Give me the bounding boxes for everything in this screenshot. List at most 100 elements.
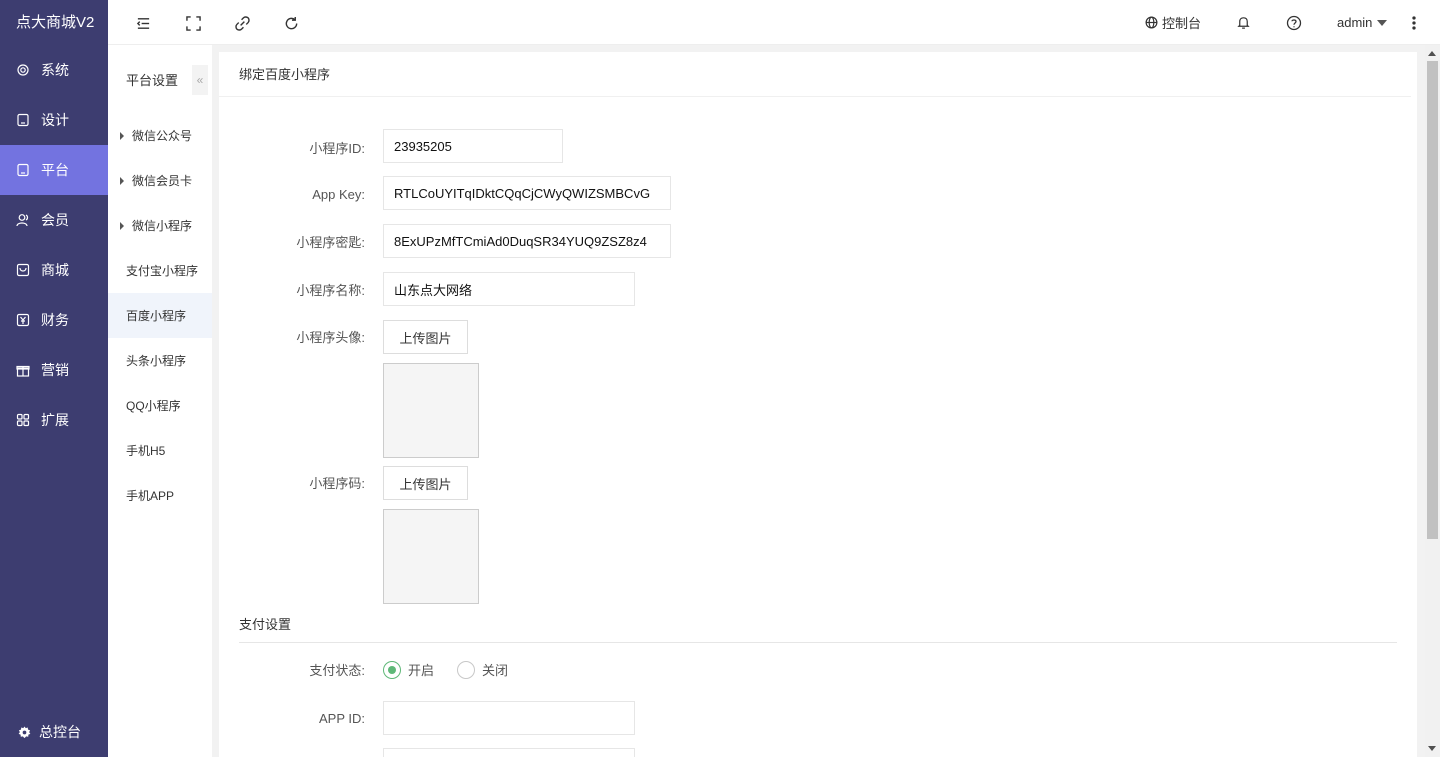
sidebar-item-label: 扩展 xyxy=(41,412,69,428)
user-menu[interactable]: admin xyxy=(1337,0,1388,45)
sidebar-item-label: 系统 xyxy=(41,62,69,78)
gear-icon xyxy=(18,725,31,739)
main-content: 绑定百度小程序 小程序ID: 23935205 App Key: RTLCoUY… xyxy=(219,52,1417,757)
shop-icon xyxy=(16,263,30,277)
sidebar-item-extension[interactable]: 扩展 xyxy=(0,395,108,445)
sidebar-item-label: 商城 xyxy=(41,262,69,278)
sidebar-item-marketing[interactable]: 营销 xyxy=(0,345,108,395)
avatar-preview xyxy=(383,363,479,458)
subnav-item-label: 支付宝小程序 xyxy=(126,264,199,278)
payment-section-title: 支付设置 xyxy=(239,617,292,632)
avatar-upload-button[interactable]: 上传图片 xyxy=(383,320,468,354)
sidebar-item-label: 设计 xyxy=(41,112,69,128)
appkey-label: App Key: xyxy=(312,186,365,202)
console-link[interactable]: 控制台 xyxy=(1145,0,1201,45)
subnav-item-wechat-card[interactable]: 微信会员卡 xyxy=(108,158,212,203)
radio-unchecked-icon xyxy=(457,660,475,679)
gift-icon xyxy=(16,363,30,377)
secret-label: 小程序密匙: xyxy=(296,234,365,250)
console-label: 控制台 xyxy=(1162,16,1202,31)
pay-status-on-radio[interactable]: 开启 xyxy=(383,660,434,679)
tablet-icon xyxy=(16,113,30,127)
radio-checked-icon xyxy=(383,660,401,679)
sidebar-item-label: 会员 xyxy=(41,212,69,228)
caret-down-icon xyxy=(1377,19,1388,26)
qrcode-upload-button[interactable]: 上传图片 xyxy=(383,466,468,500)
appkey-row: App Key: xyxy=(219,177,365,211)
subnav-item-label: 微信小程序 xyxy=(132,219,193,233)
sidebar-item-label: 营销 xyxy=(41,362,69,378)
sidebar-item-system[interactable]: 系统 xyxy=(0,45,108,95)
pay-appid-row: APP ID: xyxy=(219,701,365,735)
subnav-item-baidu-miniapp[interactable]: 百度小程序 xyxy=(108,293,212,338)
pay-appid-input[interactable] xyxy=(383,701,635,735)
caret-right-icon xyxy=(120,131,124,140)
avatar-row: 小程序头像: xyxy=(219,319,365,353)
qrcode-label: 小程序码: xyxy=(309,475,365,491)
sidebar-item-member[interactable]: 会员 xyxy=(0,195,108,245)
scroll-thumb[interactable] xyxy=(1427,61,1438,539)
subnav-item-qq-miniapp[interactable]: QQ小程序 xyxy=(108,383,212,428)
sidebar-item-finance[interactable]: 财务 xyxy=(0,295,108,345)
avatar-label: 小程序头像: xyxy=(296,329,365,345)
card-title: 绑定百度小程序 xyxy=(219,52,1411,97)
radio-label: 关闭 xyxy=(482,663,509,678)
name-label: 小程序名称: xyxy=(296,282,365,298)
sidebar-item-master-console[interactable]: 总控台 xyxy=(0,707,108,757)
sidebar-item-label: 平台 xyxy=(41,162,69,178)
sidebar-item-shop[interactable]: 商城 xyxy=(0,245,108,295)
section-divider xyxy=(239,642,1397,643)
more-vertical-icon[interactable] xyxy=(1411,0,1417,45)
pay-status-row: 支付状态: xyxy=(219,652,365,686)
gear-icon xyxy=(16,63,30,77)
page-scrollbar[interactable] xyxy=(1425,45,1440,757)
yen-icon xyxy=(16,313,30,327)
link-icon[interactable] xyxy=(233,14,251,32)
pay-next-input[interactable] xyxy=(383,748,635,757)
subnav-item-label: 手机H5 xyxy=(126,444,166,458)
subnav-item-label: 百度小程序 xyxy=(126,309,187,323)
subnav-item-label: QQ小程序 xyxy=(126,399,181,413)
appid-input[interactable]: 23935205 xyxy=(383,129,563,163)
appid-row: 小程序ID: xyxy=(219,130,365,164)
sidebar-item-platform[interactable]: 平台 xyxy=(0,145,108,195)
user-name: admin xyxy=(1337,15,1373,30)
globe-icon xyxy=(1145,16,1158,29)
subnav-item-label: 头条小程序 xyxy=(126,354,187,368)
sidebar-item-design[interactable]: 设计 xyxy=(0,95,108,145)
sidebar-item-label: 财务 xyxy=(41,312,69,328)
subnav-item-label: 微信会员卡 xyxy=(132,174,193,188)
refresh-icon[interactable] xyxy=(282,14,300,32)
subnav-item-alipay-miniapp[interactable]: 支付宝小程序 xyxy=(108,248,212,293)
subnav-item-toutiao-miniapp[interactable]: 头条小程序 xyxy=(108,338,212,383)
scroll-up-icon[interactable] xyxy=(1428,51,1436,56)
subnav-item-mobile-h5[interactable]: 手机H5 xyxy=(108,428,212,473)
top-bar: 控制台 admin xyxy=(108,0,1440,45)
subnav-item-wechat-miniapp[interactable]: 微信小程序 xyxy=(108,203,212,248)
appid-label: 小程序ID: xyxy=(309,140,365,156)
subnav-item-label: 微信公众号 xyxy=(132,129,193,143)
subnav-item-label: 手机APP xyxy=(126,489,175,503)
help-icon[interactable] xyxy=(1286,0,1302,45)
notification-icon[interactable] xyxy=(1236,0,1251,45)
qrcode-row: 小程序码: xyxy=(219,465,365,499)
fullscreen-icon[interactable] xyxy=(184,14,202,32)
brand-logo: 点大商城V2 xyxy=(0,0,108,45)
subnav-item-mobile-app[interactable]: 手机APP xyxy=(108,473,212,518)
pay-status-off-radio[interactable]: 关闭 xyxy=(457,660,508,679)
appkey-input[interactable]: RTLCoUYITqIDktCQqCjCWyQWIZSMBCvG xyxy=(383,176,671,210)
sidebar-footer-label: 总控台 xyxy=(39,724,81,740)
subnav-item-wechat-official[interactable]: 微信公众号 xyxy=(108,113,212,158)
menu-toggle-icon[interactable] xyxy=(134,14,152,32)
secret-input[interactable]: 8ExUPzMfTCmiAd0DuqSR34YUQ9ZSZ8z4 xyxy=(383,224,671,258)
pay-status-label: 支付状态: xyxy=(309,662,365,678)
caret-right-icon xyxy=(120,221,124,230)
name-row: 小程序名称: xyxy=(219,272,365,306)
tablet-icon xyxy=(16,163,30,177)
name-input[interactable]: 山东点大网络 xyxy=(383,272,635,306)
scroll-down-icon[interactable] xyxy=(1428,746,1436,751)
caret-right-icon xyxy=(120,176,124,185)
collapse-icon[interactable]: « xyxy=(192,65,208,95)
qrcode-preview xyxy=(383,509,479,604)
grid-icon xyxy=(16,413,30,427)
